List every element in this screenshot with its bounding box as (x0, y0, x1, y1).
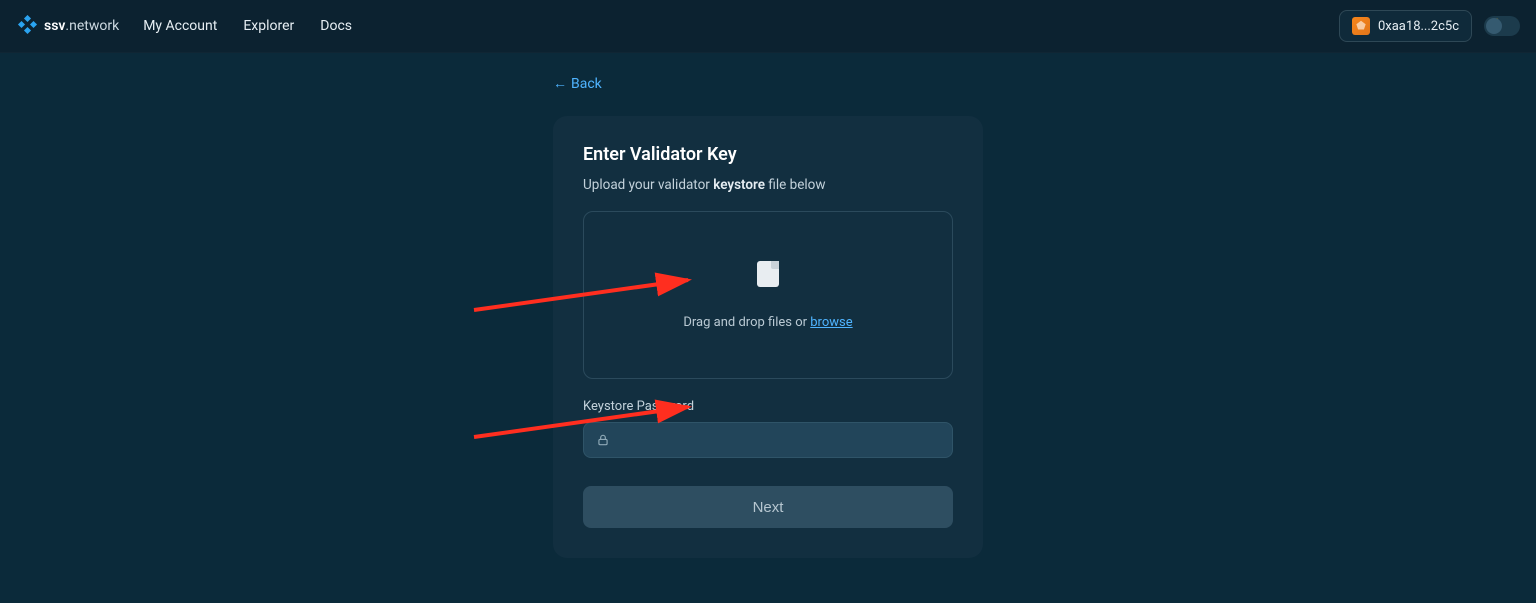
ssv-logo-icon (16, 15, 38, 37)
wallet-button[interactable]: 0xaa18...2c5c (1339, 10, 1472, 42)
wallet-address: 0xaa18...2c5c (1378, 19, 1459, 34)
header-right: 0xaa18...2c5c 🌙 (1339, 10, 1520, 42)
back-link[interactable]: ← Back (553, 75, 983, 92)
card-subtitle: Upload your validator keystore file belo… (583, 177, 953, 193)
logo-text: ssv.network (44, 18, 119, 34)
main: ← Back Enter Validator Key Upload your v… (0, 53, 1536, 558)
moon-icon: 🌙 (1488, 19, 1500, 30)
password-label: Keystore Password (583, 399, 953, 414)
lock-icon (596, 433, 610, 447)
nav-explorer[interactable]: Explorer (243, 18, 294, 34)
card-title: Enter Validator Key (583, 144, 953, 165)
arrow-left-icon: ← (553, 75, 567, 92)
nav-docs[interactable]: Docs (320, 18, 352, 34)
back-label: Back (571, 76, 602, 92)
password-field-wrap (583, 422, 953, 458)
file-icon (757, 261, 779, 287)
nav-my-account[interactable]: My Account (143, 18, 217, 34)
browse-link[interactable]: browse (810, 315, 852, 330)
logo[interactable]: ssv.network (16, 15, 119, 37)
theme-toggle[interactable]: 🌙 (1484, 16, 1520, 36)
nav: My Account Explorer Docs (143, 18, 352, 34)
drop-text: Drag and drop files or browse (683, 315, 852, 330)
validator-card: Enter Validator Key Upload your validato… (553, 116, 983, 558)
next-button[interactable]: Next (583, 486, 953, 528)
header: ssv.network My Account Explorer Docs 0xa… (0, 0, 1536, 53)
keystore-dropzone[interactable]: Drag and drop files or browse (583, 211, 953, 379)
keystore-password-input[interactable] (610, 433, 940, 448)
metamask-icon (1352, 17, 1370, 35)
